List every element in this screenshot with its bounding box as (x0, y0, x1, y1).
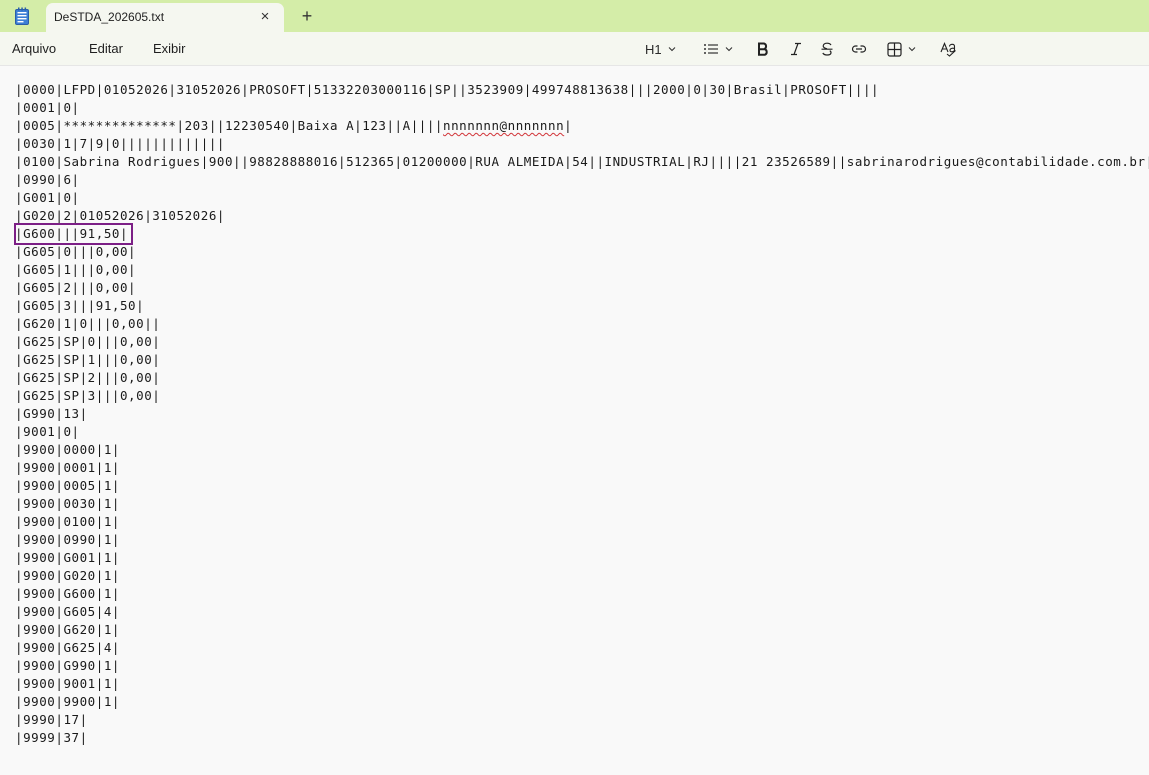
spellcheck-icon (940, 41, 956, 57)
text-line: |G605|0|||0,00| (15, 244, 137, 259)
text-line: |0000|LFPD|01052026|31052026|PROSOFT|513… (15, 82, 880, 97)
text-line: |9900|G600|1| (15, 586, 120, 601)
text-segment: |0005|**************|203||12230540|Baixa… (15, 118, 444, 133)
highlight-box (14, 223, 133, 245)
menu-edit[interactable]: Editar (89, 41, 123, 56)
tab-title: DeSTDA_202605.txt (54, 10, 165, 24)
spelling-error[interactable]: nnnnnnn@nnnnnnn (443, 118, 564, 133)
text-line: |9900|0005|1| (15, 478, 120, 493)
text-line: |0990|6| (15, 172, 80, 187)
text-line: |G990|13| (15, 406, 88, 421)
text-line: |9900|0000|1| (15, 442, 120, 457)
spellcheck-button[interactable] (940, 39, 957, 59)
menu-file[interactable]: Arquivo (12, 41, 56, 56)
text-line: |9900|0030|1| (15, 496, 120, 511)
menu-bar: Arquivo Editar Exibir H1 (0, 32, 1149, 66)
link-button[interactable] (851, 39, 867, 59)
heading-label: H1 (645, 41, 662, 57)
text-line: |G605|1|||0,00| (15, 262, 137, 277)
text-line: |9990|17| (15, 712, 88, 727)
text-line: |0005|**************|203||12230540|Baixa… (15, 117, 572, 135)
close-icon[interactable]: × (256, 8, 274, 26)
text-line: |9900|0990|1| (15, 532, 120, 547)
notepad-icon (14, 7, 30, 25)
chevron-down-icon (725, 47, 733, 52)
text-line: |G605|2|||0,00| (15, 280, 137, 295)
text-line: |G620|1|0|||0,00|| (15, 316, 161, 331)
text-editor[interactable]: |0000|LFPD|01052026|31052026|PROSOFT|513… (0, 66, 1149, 775)
text-line: |9001|0| (15, 424, 80, 439)
strikethrough-icon (821, 42, 833, 56)
text-line: |G625|SP|2|||0,00| (15, 370, 161, 385)
text-line: |9900|0100|1| (15, 514, 120, 529)
text-line: |G605|3|||91,50| (15, 298, 145, 313)
text-line: |9900|G990|1| (15, 658, 120, 673)
list-dropdown[interactable] (703, 39, 734, 59)
heading-dropdown[interactable]: H1 (645, 39, 677, 59)
chevron-down-icon (668, 47, 676, 52)
text-line: |9900|G625|4| (15, 640, 120, 655)
new-tab-button[interactable]: + (297, 5, 317, 27)
chevron-down-icon (908, 47, 916, 52)
text-line: |G001|0| (15, 190, 80, 205)
text-line: |9900|G620|1| (15, 622, 120, 637)
text-line: |G625|SP|1|||0,00| (15, 352, 161, 367)
menu-view[interactable]: Exibir (153, 41, 186, 56)
table-icon (887, 41, 902, 57)
file-tab[interactable]: DeSTDA_202605.txt × (46, 3, 284, 32)
italic-button[interactable] (789, 39, 803, 59)
strikethrough-button[interactable] (820, 39, 834, 59)
title-bar: DeSTDA_202605.txt × + (0, 0, 1149, 32)
table-dropdown[interactable] (887, 39, 917, 59)
text-line: |9900|G001|1| (15, 550, 120, 565)
text-line: |0030|1|7|9|0||||||||||||| (15, 136, 225, 151)
text-line: |9900|G020|1| (15, 568, 120, 583)
text-line: |G625|SP|0|||0,00| (15, 334, 161, 349)
italic-icon (791, 42, 801, 56)
text-line: |9999|37| (15, 730, 88, 745)
text-line: |0001|0| (15, 100, 80, 115)
text-line: |0100|Sabrina Rodrigues|900||98828888016… (15, 154, 1149, 169)
text-line: |9900|9900|1| (15, 694, 120, 709)
text-segment: | (564, 118, 573, 133)
text-line: |9900|0001|1| (15, 460, 120, 475)
list-icon (704, 44, 718, 54)
bold-icon (758, 42, 768, 56)
bold-button[interactable] (756, 39, 770, 59)
text-line: |9900|G605|4| (15, 604, 120, 619)
text-line: |G625|SP|3|||0,00| (15, 388, 161, 403)
text-line: |9900|9001|1| (15, 676, 120, 691)
link-icon (851, 45, 867, 53)
